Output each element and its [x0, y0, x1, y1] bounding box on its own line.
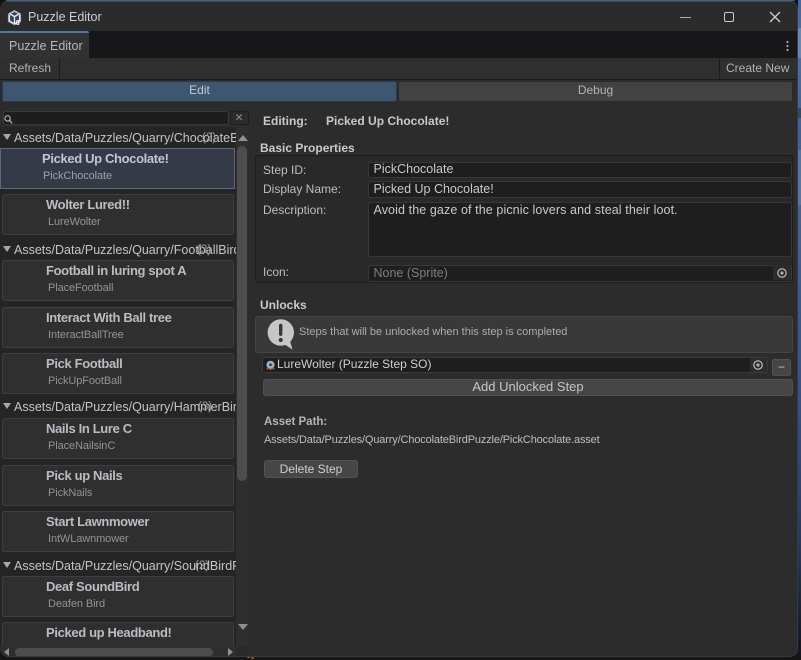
svg-text:6: 6 [16, 18, 20, 26]
